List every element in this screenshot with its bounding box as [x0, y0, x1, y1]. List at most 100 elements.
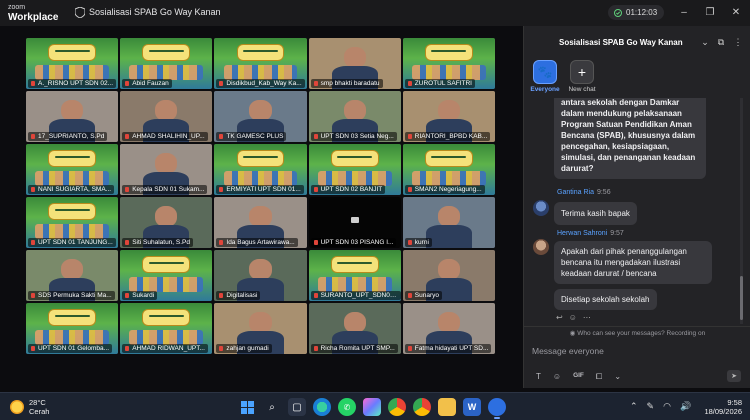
participant-tile[interactable]: Kepala SDN 01 Sukam...: [120, 144, 213, 195]
participant-name: kurni: [404, 238, 432, 247]
participant-name: Disdikbud_Kab_Way Ka...: [216, 79, 305, 88]
sender-name: Gantina Ria: [557, 189, 594, 196]
participant-name: Abid Fauzan: [122, 79, 172, 88]
weather-condition: Cerah: [29, 407, 50, 416]
participant-tile[interactable]: Siti Suhalatun, S.Pd: [120, 197, 213, 248]
participant-tile[interactable]: zahjan gumadi: [214, 303, 307, 354]
format-text-icon[interactable]: T: [536, 372, 541, 382]
wifi-icon[interactable]: ◠: [663, 401, 671, 412]
chat-message[interactable]: Terima kasih bapak: [554, 202, 637, 225]
zoom-icon[interactable]: [488, 398, 506, 419]
participant-tile[interactable]: RIANTORI_BPBD KAB...: [402, 91, 495, 142]
participant-tile[interactable]: SURANTO_UPT_SDN01...: [308, 250, 401, 301]
participant-tile[interactable]: Fatma hidayati UPT SD...: [402, 303, 495, 354]
participant-tile[interactable]: ERMIYATI UPT SDN 01...: [214, 144, 307, 195]
participant-tile[interactable]: SDS Permuka Sakti Ma...: [26, 250, 119, 301]
message-input[interactable]: Message everyone: [532, 346, 604, 356]
participant-tile[interactable]: Abid Fauzan: [120, 38, 213, 89]
paw-icon: 🐾: [533, 60, 557, 84]
participant-tile[interactable]: TK GAMESC PLUS: [214, 91, 307, 142]
more-icon[interactable]: ⋯: [583, 313, 591, 322]
participant-name: UPT SDN 01 TANJUNG...: [28, 238, 116, 247]
chat-message[interactable]: Apakah dari pihak penanggulangan bencana…: [554, 241, 712, 284]
participant-name: AHMAD RIDWAN_UPT...: [122, 344, 208, 353]
participant-tile[interactable]: SMAN2 Negeriagung...: [402, 144, 495, 195]
scrollbar-thumb[interactable]: [740, 276, 743, 320]
chat-message[interactable]: Disetiap sekolah sekolah: [554, 289, 657, 310]
timer-text: 01:12:03: [626, 8, 658, 17]
participant-tile[interactable]: UPT SDN 02 BANJIT: [308, 144, 401, 195]
more-options-icon[interactable]: ⋮: [733, 37, 743, 47]
participant-tile[interactable]: kurni: [402, 197, 495, 248]
reply-icon[interactable]: ↩: [556, 313, 563, 322]
participant-tile[interactable]: Sunaryo: [402, 250, 495, 301]
participant-tile[interactable]: Digitalisasi: [214, 250, 307, 301]
participant-tile[interactable]: smp bhakti baradatu: [308, 38, 401, 89]
participant-tile[interactable]: UPT SDN 01 Gelomba...: [26, 303, 119, 354]
windows-start-icon[interactable]: [238, 398, 256, 416]
taskbar-clock[interactable]: 9:58 18/09/2026: [700, 398, 742, 416]
participant-tile[interactable]: ZUROTUL SAFITRI: [402, 38, 495, 89]
chrome-icon[interactable]: [413, 398, 431, 416]
meeting-timer[interactable]: 01:12:03: [608, 5, 664, 20]
meeting-title: Sosialisasi SPAB Go Way Kanan: [89, 7, 221, 17]
participant-tile[interactable]: Disdikbud_Kab_Way Ka...: [214, 38, 307, 89]
tab-new-chat-label: New chat: [568, 86, 596, 93]
participant-name: Ida Bagus Artawirawa...: [216, 238, 298, 247]
send-button[interactable]: ➤: [727, 370, 741, 382]
participant-tile[interactable]: UPT SDN 03 PISANG I...: [308, 197, 401, 248]
weather-widget[interactable]: 28°C Cerah: [10, 398, 49, 416]
tab-everyone[interactable]: 🐾 Everyone: [527, 60, 563, 93]
chevron-up-icon[interactable]: ⌃: [630, 401, 638, 412]
message-actions: ↩ ☺ ⋯: [556, 313, 591, 322]
pop-out-icon[interactable]: ⧉: [716, 37, 726, 47]
participant-tile[interactable]: Richa Romita UPT SMP...: [308, 303, 401, 354]
avatar[interactable]: [533, 239, 549, 255]
avatar[interactable]: [533, 200, 549, 216]
participant-name: zahjan gumadi: [216, 344, 272, 353]
message-list: antara sekolah dengan Damkar dalam mendu…: [524, 98, 750, 324]
copilot-icon[interactable]: [363, 398, 381, 416]
search-icon[interactable]: ⌕: [263, 398, 281, 416]
participant-tile[interactable]: UPT SDN 01 TANJUNG...: [26, 197, 119, 248]
screenshot-icon[interactable]: ⧠: [596, 372, 602, 382]
pen-icon[interactable]: ✎: [647, 401, 655, 412]
participant-tile[interactable]: AHMAD RIDWAN_UPT...: [120, 303, 213, 354]
logo-zoom-text: zoom: [8, 4, 26, 11]
zoom-window: zoom Workplace Sosialisasi SPAB Go Way K…: [0, 0, 750, 420]
restore-icon[interactable]: ❐: [704, 6, 716, 18]
participant-name: Digitalisasi: [216, 291, 261, 300]
emoji-icon[interactable]: ☺: [553, 372, 561, 382]
emoji-react-icon[interactable]: ☺: [569, 313, 577, 322]
participant-tile[interactable]: UPT SDN 03 Setia Neg...: [308, 91, 401, 142]
participant-name: UPT SDN 01 Gelomba...: [28, 344, 113, 353]
participant-name: TK GAMESC PLUS: [216, 132, 287, 141]
chevron-down-icon[interactable]: ⌄: [700, 37, 710, 47]
word-icon[interactable]: W: [463, 398, 481, 416]
volume-icon[interactable]: 🔊: [680, 401, 691, 412]
more-options-icon[interactable]: ⌄: [614, 372, 621, 382]
chat-message[interactable]: antara sekolah dengan Damkar dalam mendu…: [554, 98, 706, 179]
edge-icon[interactable]: [313, 398, 331, 416]
shield-check-icon: [614, 8, 622, 17]
whatsapp-icon[interactable]: ✆: [338, 398, 356, 416]
shield-icon[interactable]: [75, 7, 85, 18]
participant-tile[interactable]: A._RISNO UPT SDN 02...: [26, 38, 119, 89]
participant-tile[interactable]: Sukardi: [120, 250, 213, 301]
task-view-icon[interactable]: ▢: [288, 398, 306, 416]
chrome-icon[interactable]: [388, 398, 406, 416]
participant-tile[interactable]: Ida Bagus Artawirawa...: [214, 197, 307, 248]
participant-name: SDS Permuka Sakti Ma...: [28, 291, 115, 300]
participant-tile[interactable]: NANI SUGIARTA, SMA...: [26, 144, 119, 195]
close-icon[interactable]: ✕: [730, 6, 742, 18]
participant-name: AHMAD SHALIHIN_UP...: [122, 132, 208, 141]
participant-tile[interactable]: 17_SUPRIANTO, S.Pd: [26, 91, 119, 142]
minimize-icon[interactable]: –: [678, 6, 690, 18]
file-explorer-icon[interactable]: [438, 398, 456, 416]
participant-name: UPT SDN 03 Setia Neg...: [310, 132, 397, 141]
tab-new-chat[interactable]: + New chat: [564, 60, 600, 93]
participant-tile[interactable]: AHMAD SHALIHIN_UP...: [120, 91, 213, 142]
gif-icon[interactable]: GIF: [573, 372, 584, 382]
visibility-notice[interactable]: ◉ Who can see your messages? Recording o…: [524, 326, 750, 338]
sender-time: 9:57: [610, 230, 624, 237]
